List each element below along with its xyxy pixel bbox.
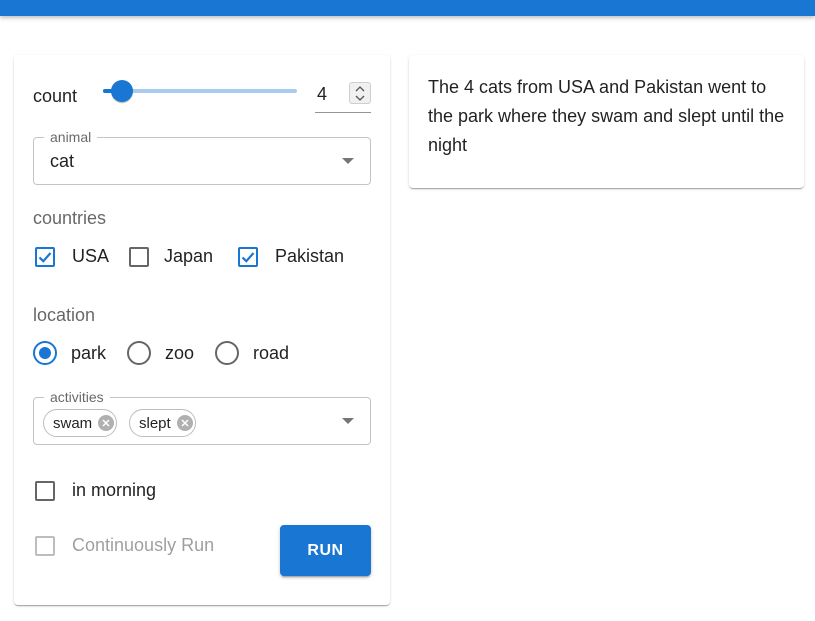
output-text: The 4 cats from USA and Pakistan went to…	[428, 77, 785, 155]
count-value: 4	[317, 84, 328, 104]
in-morning-checkbox[interactable]	[35, 480, 55, 501]
road-label: road	[253, 342, 290, 363]
chip-label: swam	[53, 414, 93, 432]
zoo-radio[interactable]	[127, 341, 151, 365]
in-morning-label: in morning	[72, 480, 157, 500]
animal-label: animal	[44, 129, 98, 145]
park-label: park	[71, 342, 107, 363]
location-option-road[interactable]: road	[215, 341, 289, 365]
continuously-run-label: Continuously Run	[72, 535, 215, 555]
check-icon	[38, 251, 52, 263]
chevron-down-icon[interactable]	[342, 158, 354, 164]
road-radio[interactable]	[215, 341, 239, 365]
activity-chip-slept[interactable]: slept	[129, 409, 196, 437]
park-radio[interactable]	[33, 341, 57, 365]
japan-label: Japan	[164, 246, 214, 266]
location-option-park[interactable]: park	[33, 341, 106, 365]
in-morning-option[interactable]: in morning	[35, 480, 156, 501]
activity-chip-swam[interactable]: swam	[43, 409, 118, 437]
run-button[interactable]: RUN	[280, 525, 371, 576]
cancel-circle-icon[interactable]	[176, 415, 193, 431]
pakistan-label: Pakistan	[275, 246, 345, 266]
check-icon	[241, 251, 255, 263]
chip-label: slept	[139, 414, 171, 432]
country-option-usa[interactable]: USA	[35, 246, 109, 267]
location-label: location	[33, 305, 96, 325]
activities-select[interactable]: activities swam slept	[33, 389, 371, 445]
count-label: count	[33, 86, 78, 106]
cancel-circle-icon[interactable]	[98, 415, 115, 431]
country-option-pakistan[interactable]: Pakistan	[238, 246, 344, 267]
zoo-label: zoo	[165, 342, 195, 363]
animal-select[interactable]: animal cat	[33, 129, 371, 185]
output-card: The 4 cats from USA and Pakistan went to…	[409, 55, 804, 188]
location-option-zoo[interactable]: zoo	[127, 341, 194, 365]
spin-up-icon[interactable]	[355, 85, 365, 92]
usa-label: USA	[72, 246, 110, 266]
countries-label: countries	[33, 208, 107, 228]
count-slider-thumb[interactable]	[111, 80, 134, 102]
controls-card: count 4 animal cat countries USA Japan P…	[14, 55, 390, 605]
usa-checkbox[interactable]	[35, 246, 55, 267]
app-bar	[0, 0, 815, 16]
count-number-input[interactable]: 4	[315, 79, 371, 113]
pakistan-checkbox[interactable]	[238, 246, 258, 267]
radio-dot	[39, 347, 51, 359]
country-option-japan[interactable]: Japan	[129, 246, 213, 267]
animal-value: cat	[50, 151, 75, 171]
activities-label: activities	[44, 389, 110, 405]
japan-checkbox[interactable]	[129, 246, 149, 267]
continuously-run-option[interactable]: Continuously Run	[35, 535, 214, 556]
continuously-run-checkbox[interactable]	[35, 535, 55, 556]
spin-down-icon[interactable]	[355, 95, 365, 101]
count-spinner[interactable]	[349, 82, 371, 104]
chevron-down-icon[interactable]	[342, 418, 354, 424]
